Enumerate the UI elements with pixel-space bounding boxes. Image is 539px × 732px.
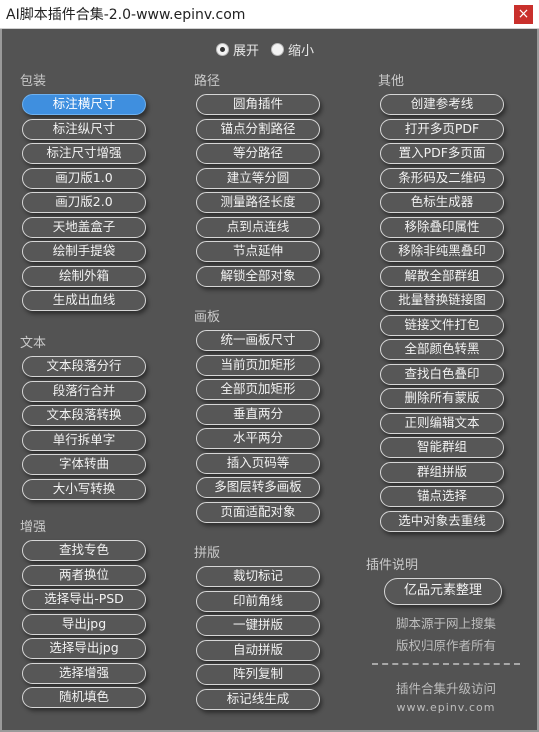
other-button-17[interactable]: 选中对象去重线 xyxy=(380,510,504,532)
section-title-imposition: 拼版 xyxy=(194,546,221,561)
info-divider xyxy=(372,663,520,665)
enhance-button-5[interactable]: 选择增强 xyxy=(22,662,146,684)
path-button-5[interactable]: 点到点连线 xyxy=(196,216,320,238)
other-button-8[interactable]: 批量替换链接图 xyxy=(380,290,504,311)
imposition-button-3[interactable]: 自动拼版 xyxy=(196,639,320,661)
section-title-enhance: 增强 xyxy=(20,520,47,535)
artboard-button-6[interactable]: 多图层转多画板 xyxy=(196,477,320,498)
packaging-button-8[interactable]: 生成出血线 xyxy=(22,290,146,311)
imposition-button-1[interactable]: 印前角线 xyxy=(196,590,320,612)
packaging-button-2[interactable]: 标注尺寸增强 xyxy=(22,143,146,164)
enhance-button-4[interactable]: 选择导出jpg xyxy=(22,638,146,659)
packaging-button-0[interactable]: 标注横尺寸 xyxy=(22,94,146,115)
section-title-other: 其他 xyxy=(378,74,405,89)
plugin-info-button[interactable]: 亿品元素整理 xyxy=(384,578,502,605)
text-button-4[interactable]: 字体转曲 xyxy=(22,454,146,475)
text-button-2[interactable]: 文本段落转换 xyxy=(22,405,146,426)
artboard-button-7[interactable]: 页面适配对象 xyxy=(196,501,320,523)
other-button-16[interactable]: 锚点选择 xyxy=(380,486,504,507)
upgrade-text: 插件合集升级访问 xyxy=(395,681,496,696)
other-button-3[interactable]: 条形码及二维码 xyxy=(380,167,504,189)
radio-expand[interactable] xyxy=(216,43,229,56)
text-button-0[interactable]: 文本段落分行 xyxy=(22,356,146,377)
path-button-6[interactable]: 节点延伸 xyxy=(196,241,320,262)
packaging-button-1[interactable]: 标注纵尺寸 xyxy=(22,118,146,140)
artboard-button-1[interactable]: 当前页加矩形 xyxy=(196,354,320,376)
artboard-button-0[interactable]: 统一画板尺寸 xyxy=(196,330,320,351)
other-button-14[interactable]: 智能群组 xyxy=(380,437,504,458)
enhance-button-1[interactable]: 两者换位 xyxy=(22,564,146,586)
other-button-11[interactable]: 查找白色叠印 xyxy=(380,363,504,385)
other-button-4[interactable]: 色标生成器 xyxy=(380,192,504,213)
other-button-15[interactable]: 群组拼版 xyxy=(380,461,504,483)
section-title-artboard: 画板 xyxy=(194,310,221,325)
path-button-1[interactable]: 锚点分割路径 xyxy=(196,118,320,140)
close-button[interactable]: × xyxy=(514,5,533,24)
other-button-6[interactable]: 移除非纯黑叠印 xyxy=(380,241,504,262)
packaging-button-7[interactable]: 绘制外箱 xyxy=(22,265,146,287)
path-button-2[interactable]: 等分路径 xyxy=(196,143,320,164)
info-line-copyright: 版权归原作者所有 xyxy=(395,638,496,653)
imposition-button-4[interactable]: 阵列复制 xyxy=(196,664,320,685)
radio-expand-label[interactable]: 展开 xyxy=(233,40,259,59)
other-button-7[interactable]: 解散全部群组 xyxy=(380,265,504,287)
artboard-button-3[interactable]: 垂直两分 xyxy=(196,403,320,425)
imposition-button-2[interactable]: 一键拼版 xyxy=(196,615,320,636)
other-button-5[interactable]: 移除叠印属性 xyxy=(380,216,504,238)
enhance-button-6[interactable]: 随机填色 xyxy=(22,687,146,708)
artboard-button-4[interactable]: 水平两分 xyxy=(196,428,320,449)
radio-collapse[interactable] xyxy=(271,43,285,56)
other-button-9[interactable]: 链接文件打包 xyxy=(380,314,504,336)
other-button-1[interactable]: 打开多页PDF xyxy=(380,118,504,140)
other-button-2[interactable]: 置入PDF多页面 xyxy=(380,143,504,164)
other-button-10[interactable]: 全部颜色转黑 xyxy=(380,339,504,360)
packaging-button-5[interactable]: 天地盖盒子 xyxy=(22,216,146,238)
mode-radio-group: 展开 缩小 xyxy=(216,40,326,59)
section-title-text: 文本 xyxy=(20,336,47,351)
path-button-4[interactable]: 测量路径长度 xyxy=(196,192,320,213)
path-button-0[interactable]: 圆角插件 xyxy=(196,94,320,115)
info-line-source: 脚本源于网上搜集 xyxy=(395,616,496,631)
artboard-button-5[interactable]: 插入页码等 xyxy=(196,452,320,474)
radio-collapse-label[interactable]: 缩小 xyxy=(288,40,314,59)
title-bar: AI脚本插件合集-2.0-www.epinv.com × xyxy=(0,0,539,29)
section-title-packaging: 包装 xyxy=(20,74,47,89)
imposition-button-0[interactable]: 裁切标记 xyxy=(196,566,320,587)
other-button-13[interactable]: 正则编辑文本 xyxy=(380,412,504,434)
section-title-plugin-info: 插件说明 xyxy=(366,558,419,573)
packaging-button-3[interactable]: 画刀版1.0 xyxy=(22,167,146,189)
text-button-5[interactable]: 大小写转换 xyxy=(22,478,146,500)
other-button-12[interactable]: 删除所有蒙版 xyxy=(380,388,504,409)
text-button-1[interactable]: 段落行合并 xyxy=(22,380,146,402)
packaging-button-4[interactable]: 画刀版2.0 xyxy=(22,192,146,213)
site-link[interactable]: www.epinv.com xyxy=(366,701,526,714)
enhance-button-0[interactable]: 查找专色 xyxy=(22,540,146,561)
path-button-7[interactable]: 解锁全部对象 xyxy=(196,265,320,287)
path-button-3[interactable]: 建立等分圆 xyxy=(196,167,320,189)
imposition-button-5[interactable]: 标记线生成 xyxy=(196,688,320,710)
window-title: AI脚本插件合集-2.0-www.epinv.com xyxy=(6,7,246,23)
enhance-button-2[interactable]: 选择导出-PSD xyxy=(22,589,146,610)
other-button-0[interactable]: 创建参考线 xyxy=(380,94,504,115)
enhance-button-3[interactable]: 导出jpg xyxy=(22,613,146,635)
text-button-3[interactable]: 单行拆单字 xyxy=(22,429,146,451)
packaging-button-6[interactable]: 绘制手提袋 xyxy=(22,241,146,262)
artboard-button-2[interactable]: 全部页加矩形 xyxy=(196,379,320,400)
section-title-path: 路径 xyxy=(194,74,221,89)
